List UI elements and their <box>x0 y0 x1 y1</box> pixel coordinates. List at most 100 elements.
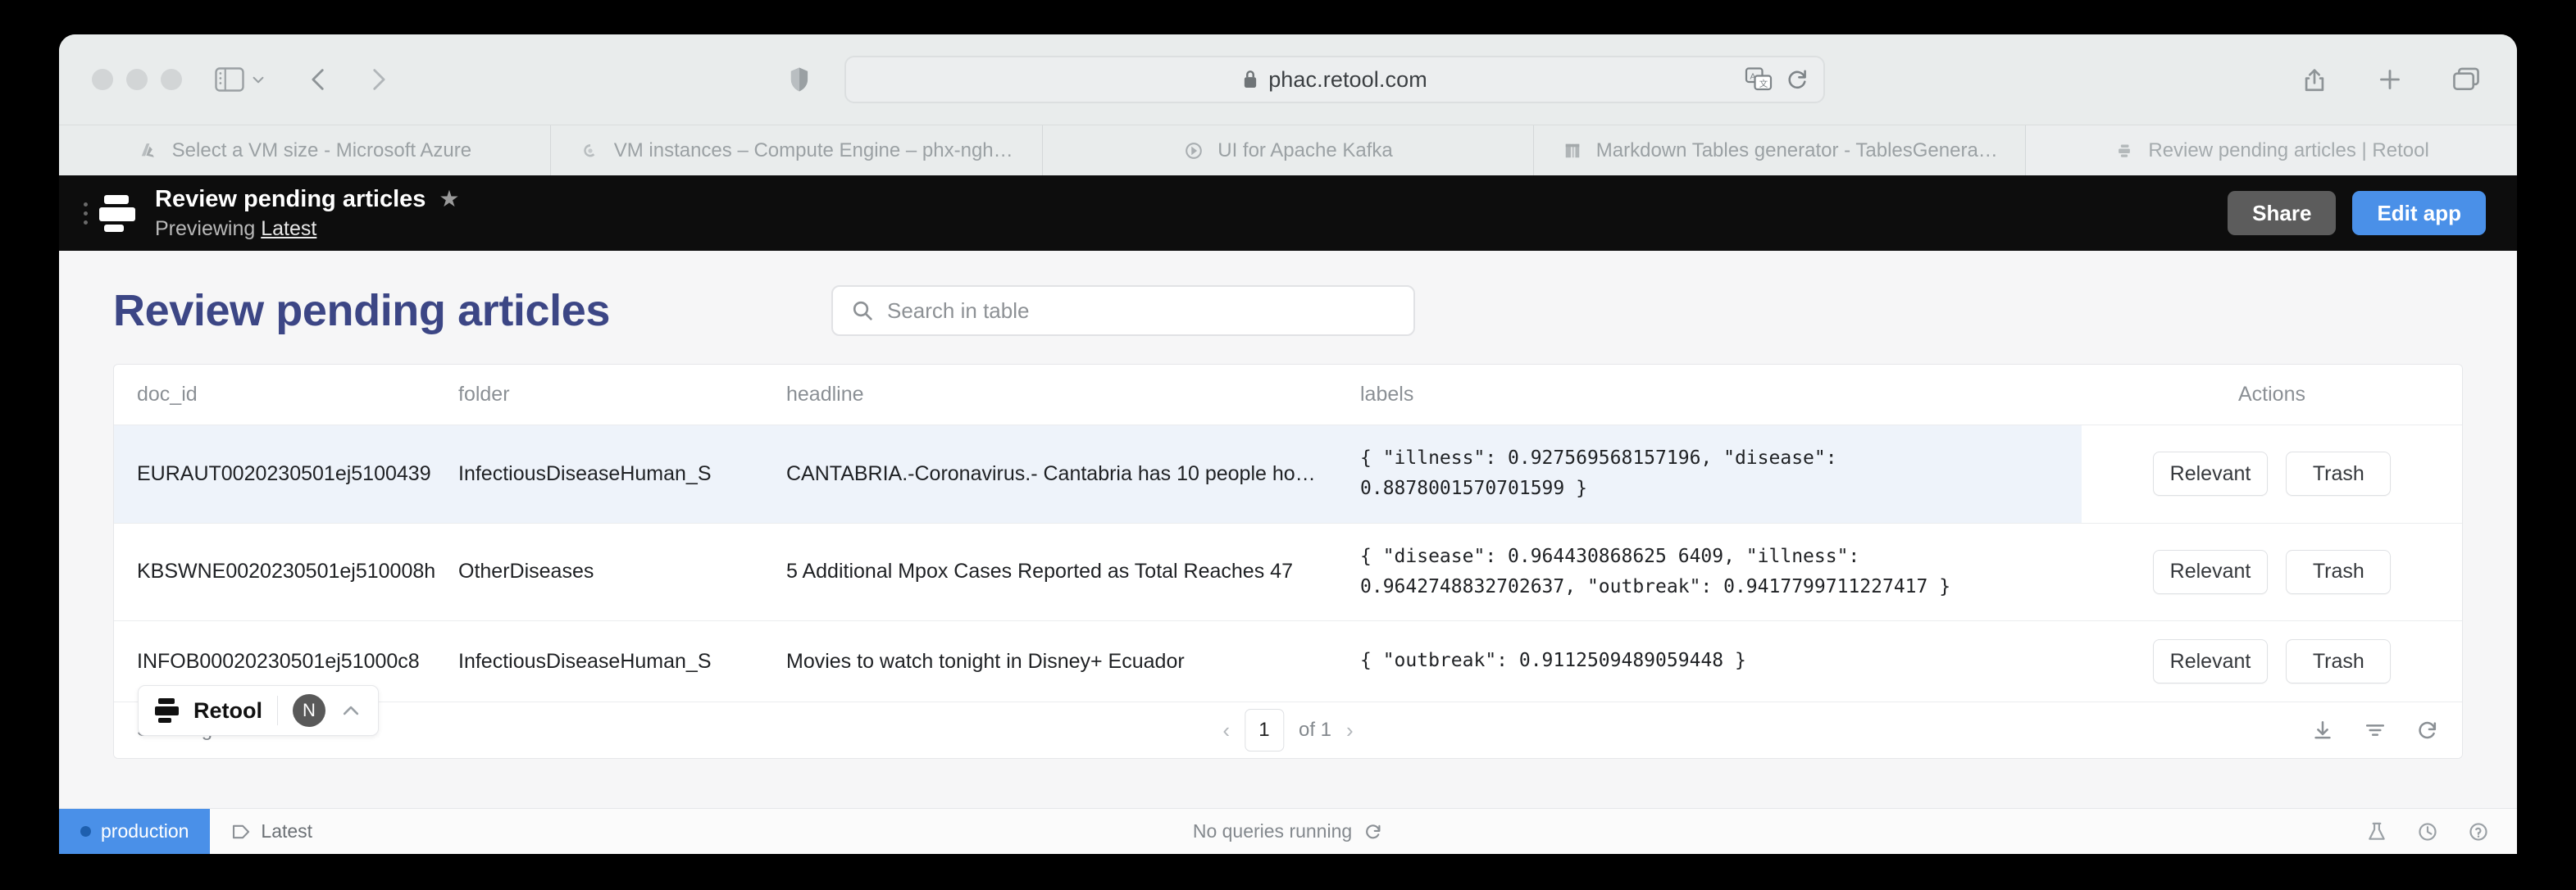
trash-button[interactable]: Trash <box>2286 639 2392 683</box>
avatar[interactable]: N <box>293 694 325 727</box>
relevant-button[interactable]: Relevant <box>2152 452 2269 497</box>
cell-headline: Movies to watch tonight in Disney+ Ecuad… <box>786 649 1185 673</box>
search-icon <box>851 299 874 322</box>
branch-selector[interactable]: Latest <box>231 820 312 842</box>
browser-window: phac.retool.com A文 Select a VM size - Mi… <box>59 34 2517 854</box>
url-text: phac.retool.com <box>1268 66 1427 92</box>
cell-labels: { "illness": 0.927569568157196, "disease… <box>1360 425 2082 524</box>
cell-folder: InfectiousDiseaseHuman_S <box>458 649 712 673</box>
app-header: Review pending articles ★ Previewing Lat… <box>59 175 2517 251</box>
app-title: Review pending articles <box>155 185 426 212</box>
query-status: No queries running <box>1193 820 1383 842</box>
branch-tag-icon <box>231 822 251 842</box>
page-total-label: of 1 <box>1298 719 1332 741</box>
privacy-shield-icon[interactable] <box>789 66 810 93</box>
tab-title: VM instances – Compute Engine – phx-ngh… <box>613 138 1013 161</box>
cell-doc-id: EURAUT0020230501ej5100439 <box>114 425 458 524</box>
chevron-right-icon[interactable]: › <box>1346 718 1354 743</box>
share-button[interactable]: Share <box>2228 191 2337 235</box>
history-icon[interactable] <box>2417 821 2438 842</box>
trash-button[interactable]: Trash <box>2286 549 2392 594</box>
refresh-icon[interactable] <box>1363 822 1383 842</box>
svg-text:文: 文 <box>1759 78 1768 89</box>
browser-tab-5-active[interactable]: Review pending articles | Retool <box>2026 125 2517 175</box>
maximize-window-button[interactable] <box>161 69 182 90</box>
page-number-input[interactable] <box>1244 709 1284 752</box>
column-header-folder[interactable]: folder <box>458 365 786 425</box>
pagination[interactable]: ‹ of 1 › <box>1222 709 1354 752</box>
status-bar: production Latest No queries running <box>59 808 2517 854</box>
download-icon[interactable] <box>2311 719 2334 742</box>
translate-icon[interactable]: A文 <box>1745 67 1773 92</box>
table-header-row: doc_id folder headline labels Actions <box>114 365 2462 425</box>
cell-headline: 5 Additional Mpox Cases Reported as Tota… <box>786 523 1360 621</box>
previewing-status: Previewing Latest <box>155 217 460 241</box>
azure-icon <box>138 140 159 161</box>
cell-actions: Relevant Trash <box>2082 425 2462 524</box>
trash-button[interactable]: Trash <box>2286 452 2392 497</box>
previewing-label: Previewing <box>155 216 256 240</box>
tab-strip[interactable]: Select a VM size - Microsoft Azure VM in… <box>59 125 2517 175</box>
previewing-version-link[interactable]: Latest <box>261 217 316 240</box>
lock-icon <box>1242 69 1258 90</box>
cell-actions: Relevant Trash <box>2082 621 2462 702</box>
relevant-button[interactable]: Relevant <box>2152 639 2269 683</box>
cell-folder: InfectiousDiseaseHuman_S <box>458 425 786 524</box>
column-header-doc-id[interactable]: doc_id <box>114 365 458 425</box>
environment-badge[interactable]: production <box>59 809 211 854</box>
retool-logo-icon[interactable] <box>99 194 135 232</box>
cell-labels: { "disease": 0.964430868625 6409, "illne… <box>1360 523 2082 621</box>
sidebar-toggle-icon[interactable] <box>215 67 244 92</box>
branch-label: Latest <box>261 820 313 842</box>
star-icon[interactable]: ★ <box>439 188 459 211</box>
table-row[interactable]: KBSWNE0020230501ej510008h OtherDiseases … <box>114 523 2462 621</box>
reload-icon[interactable] <box>1786 67 1809 92</box>
chevron-up-icon[interactable] <box>340 702 362 719</box>
tab-overview-icon[interactable] <box>2453 67 2479 92</box>
filter-icon[interactable] <box>2364 719 2387 742</box>
url-bar[interactable]: phac.retool.com A文 <box>844 56 1825 103</box>
retool-attribution-pill[interactable]: Retool N <box>138 685 379 736</box>
cell-doc-id: KBSWNE0020230501ej510008h <box>114 523 458 621</box>
help-icon[interactable] <box>2468 821 2489 842</box>
search-input[interactable] <box>887 297 1395 324</box>
chevron-left-icon[interactable]: ‹ <box>1222 718 1230 743</box>
browser-tab-2[interactable]: VM instances – Compute Engine – phx-ngh… <box>551 125 1043 175</box>
retool-brand-label: Retool <box>193 697 262 723</box>
window-controls[interactable] <box>92 69 182 90</box>
cell-labels: { "outbreak": 0.9112509489059448 } <box>1360 650 1746 672</box>
search-container[interactable] <box>831 285 1415 336</box>
browser-toolbar: phac.retool.com A文 <box>59 34 2517 125</box>
divider <box>277 696 278 725</box>
navigation-arrows[interactable] <box>307 66 390 93</box>
relevant-button[interactable]: Relevant <box>2152 549 2269 594</box>
kafka-icon <box>1183 140 1204 161</box>
close-window-button[interactable] <box>92 69 113 90</box>
browser-tab-3[interactable]: UI for Apache Kafka <box>1043 125 1535 175</box>
drag-handle-icon[interactable] <box>84 202 88 225</box>
sidebar-chevron-down-icon[interactable] <box>248 69 269 90</box>
new-tab-icon[interactable] <box>2378 67 2402 92</box>
column-header-labels[interactable]: labels <box>1360 365 2082 425</box>
share-icon[interactable] <box>2302 66 2327 93</box>
cell-actions: Relevant Trash <box>2082 523 2462 621</box>
refresh-icon[interactable] <box>2416 719 2439 742</box>
browser-tab-1[interactable]: Select a VM size - Microsoft Azure <box>59 125 551 175</box>
page-header: Review pending articles <box>113 251 2463 364</box>
cell-headline: CANTABRIA.-Coronavirus.- Cantabria has 1… <box>786 425 1360 524</box>
forward-button[interactable] <box>366 66 390 93</box>
browser-tab-4[interactable]: Markdown Tables generator - TablesGenera… <box>1534 125 2027 175</box>
column-header-headline[interactable]: headline <box>786 365 1360 425</box>
table-row[interactable]: INFOB00020230501ej51000c8 InfectiousDise… <box>114 621 2462 702</box>
retool-logo-icon <box>155 698 179 723</box>
edit-app-button[interactable]: Edit app <box>2352 191 2486 235</box>
table: doc_id folder headline labels Actions EU… <box>114 365 2462 702</box>
page-title: Review pending articles <box>113 286 610 335</box>
tab-title: UI for Apache Kafka <box>1217 138 1393 161</box>
status-dot-icon <box>80 826 91 837</box>
beaker-icon[interactable] <box>2366 821 2387 842</box>
table-footer: Showing 1-3 of 3 ‹ of 1 › <box>114 702 2462 758</box>
table-row[interactable]: EURAUT0020230501ej5100439 InfectiousDise… <box>114 425 2462 524</box>
back-button[interactable] <box>307 66 331 93</box>
minimize-window-button[interactable] <box>126 69 148 90</box>
